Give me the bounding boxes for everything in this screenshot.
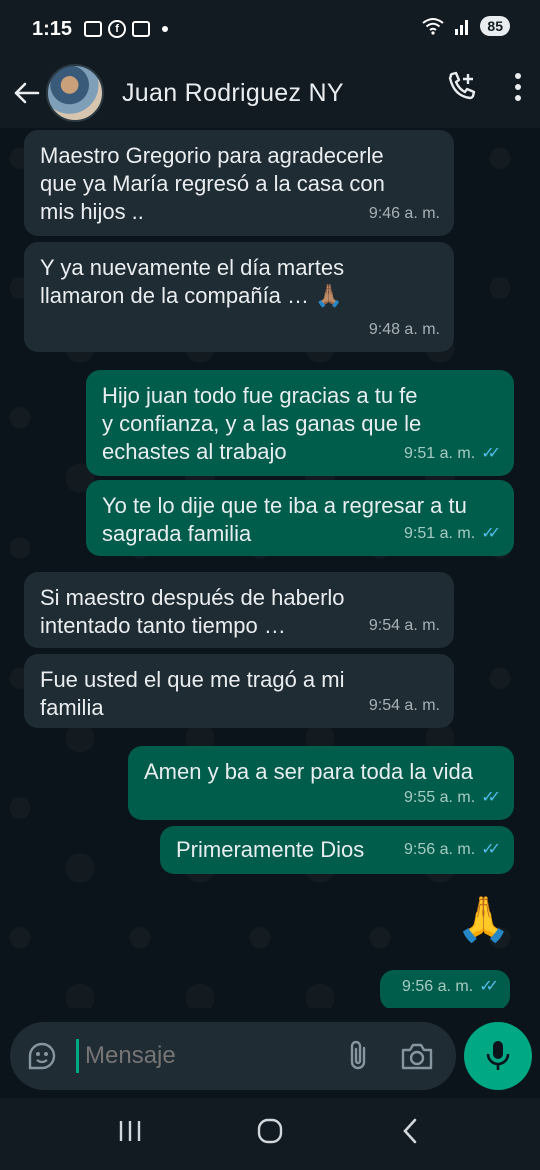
message-meta: 9:56 a. m. ✓✓: [404, 836, 501, 864]
status-time: 1:15: [32, 17, 73, 40]
notification-icons: f: [84, 20, 169, 38]
signal-icon: [455, 20, 469, 35]
input-box: [10, 1022, 456, 1090]
chat-header: Juan Rodriguez NY: [0, 58, 540, 128]
header-actions: [446, 70, 522, 104]
message-bubble-outgoing[interactable]: Primeramente Dios 9:56 a. m. ✓✓: [160, 826, 514, 874]
voice-message-button[interactable]: [464, 1022, 532, 1090]
recents-icon: [119, 1121, 141, 1141]
message-composer: [0, 1008, 540, 1098]
system-nav-bar: [0, 1098, 540, 1170]
facebook-icon: f: [108, 20, 127, 38]
message-meta: 9:51 a. m. ✓✓: [404, 440, 501, 468]
sticker-icon[interactable]: [26, 1040, 58, 1072]
message-meta: 9:55 a. m. ✓✓: [404, 784, 501, 812]
status-bar: 1:15 f 85: [0, 0, 540, 58]
battery-level: 85: [480, 16, 510, 36]
paperclip-icon[interactable]: [346, 1040, 370, 1072]
message-meta: 9:48 a. m.: [369, 316, 440, 344]
microphone-icon: [486, 1041, 510, 1070]
message-time: 9:48 a. m.: [368, 321, 440, 338]
read-receipt-icon: ✓✓: [479, 978, 499, 995]
message-meta: 9:46 a. m.: [369, 200, 440, 228]
message-bubble-incoming[interactable]: Maestro Gregorio para agradecerle que ya…: [24, 130, 454, 236]
read-receipt-icon: ✓✓: [481, 789, 501, 806]
message-bubble-incoming[interactable]: Si maestro después de haberlo intentado …: [24, 572, 454, 648]
message-list[interactable]: Maestro Gregorio para agradecerle que ya…: [0, 128, 540, 1008]
message-bubble-incoming[interactable]: Fue usted el que me tragó a mi familia 9…: [24, 654, 454, 728]
whatsapp-chat-screen: 1:15 f 85 Juan Rodriguez NY Maestro Greg…: [0, 0, 540, 1170]
message-text: Primeramente Dios: [176, 837, 365, 862]
message-time: 9:51 a. m.: [404, 525, 476, 542]
message-bubble-incoming[interactable]: Y ya nuevamente el día martes llamaron d…: [24, 242, 454, 352]
home-circle-icon: [257, 1118, 283, 1143]
read-receipt-icon: ✓✓: [481, 841, 501, 858]
arrow-left-icon: [14, 82, 40, 104]
message-time: 9:56 a. m.: [402, 978, 474, 995]
message-meta: 9:56 a. m. ✓✓: [402, 973, 499, 1001]
message-meta: 9:54 a. m.: [369, 612, 440, 640]
message-text: Y ya nuevamente el día martes llamaron d…: [40, 255, 345, 308]
message-input[interactable]: [76, 1039, 326, 1073]
wifi-icon: [422, 18, 445, 35]
home-button[interactable]: [240, 1117, 300, 1152]
message-time: 9:55 a. m.: [404, 789, 476, 806]
message-meta: 9:51 a. m. ✓✓: [404, 520, 501, 548]
read-receipt-icon: ✓✓: [481, 525, 501, 542]
more-notifications-dot-icon: [162, 26, 169, 32]
camera-icon[interactable]: [400, 1041, 434, 1071]
read-receipt-icon: ✓✓: [481, 445, 501, 462]
message-text: Amen y ba a ser para toda la vida: [144, 759, 473, 784]
recent-apps-button[interactable]: [100, 1118, 160, 1150]
message-bubble-outgoing[interactable]: 9:56 a. m. ✓✓: [380, 970, 510, 1008]
back-button[interactable]: [6, 73, 46, 113]
pray-emoji-message[interactable]: 🙏: [456, 898, 511, 942]
message-time: 9:56 a. m.: [404, 841, 476, 858]
screenshot-icon: [132, 21, 151, 37]
chevron-left-icon: [403, 1118, 417, 1143]
nav-back-button[interactable]: [380, 1117, 440, 1152]
message-time: 9:54 a. m.: [368, 697, 440, 714]
contact-name[interactable]: Juan Rodriguez NY: [122, 79, 344, 108]
phone-plus-icon[interactable]: [446, 70, 478, 104]
more-vert-icon[interactable]: [514, 72, 522, 102]
status-right: 85: [422, 16, 510, 36]
message-bubble-outgoing[interactable]: Amen y ba a ser para toda la vida 9:55 a…: [128, 746, 514, 820]
message-time: 9:54 a. m.: [368, 617, 440, 634]
contact-avatar[interactable]: [46, 64, 104, 122]
message-notification-icon: [84, 21, 103, 37]
message-time: 9:51 a. m.: [404, 445, 476, 462]
message-bubble-outgoing[interactable]: Yo te lo dije que te iba a regresar a tu…: [86, 480, 514, 556]
message-meta: 9:54 a. m.: [369, 692, 440, 720]
message-time: 9:46 a. m.: [368, 205, 440, 222]
message-bubble-outgoing[interactable]: Hijo juan todo fue gracias a tu fe y con…: [86, 370, 514, 476]
